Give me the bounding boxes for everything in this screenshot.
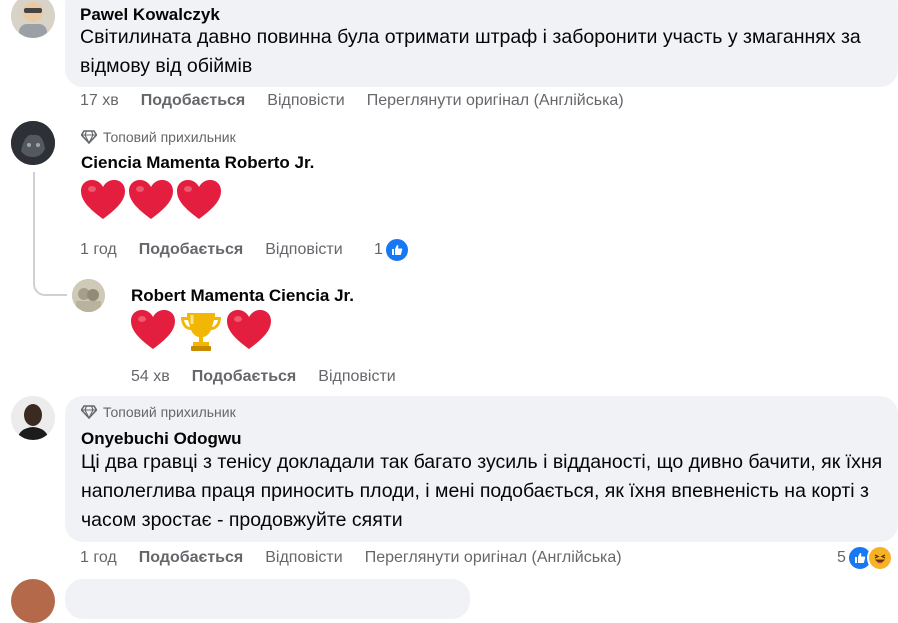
laughing-emoji-icon: [866, 545, 893, 571]
diamond-icon: [81, 130, 97, 144]
diamond-icon: [81, 405, 97, 419]
reaction-count: 5: [837, 549, 846, 566]
heart-emoji-icon: [131, 310, 175, 349]
comment-text: Світилината давно повинна була отримати …: [80, 26, 861, 77]
like-button[interactable]: Подобається: [139, 241, 244, 259]
trophy-emoji-icon: [181, 313, 221, 351]
comment-actions: 54 хв Подобається Відповісти: [131, 368, 418, 386]
badge-label: Топовий прихильник: [103, 129, 236, 145]
comment-time[interactable]: 1 год: [80, 549, 117, 567]
badge-label: Топовий прихильник: [103, 404, 236, 420]
see-original-link[interactable]: Переглянути оригінал (Англійська): [367, 92, 624, 110]
like-button[interactable]: Подобається: [192, 368, 297, 386]
avatar[interactable]: [11, 0, 55, 38]
reply-button[interactable]: Відповісти: [265, 549, 342, 567]
avatar[interactable]: [72, 279, 105, 312]
top-fan-badge: Топовий прихильник: [81, 129, 236, 145]
like-button[interactable]: Подобається: [141, 92, 246, 110]
comment-time[interactable]: 17 хв: [80, 92, 119, 110]
reply-button[interactable]: Відповісти: [265, 241, 342, 259]
comment-author[interactable]: Robert Mamenta Ciencia Jr.: [131, 286, 354, 306]
comment-actions: 1 год Подобається Відповісти: [80, 241, 365, 259]
reaction-summary[interactable]: 5: [837, 545, 893, 571]
comment-actions: 17 хв Подобається Відповісти Переглянути…: [80, 92, 646, 110]
reply-button[interactable]: Відповісти: [267, 92, 344, 110]
heart-emoji-icon: [177, 180, 221, 219]
like-icon: [383, 237, 410, 263]
comment-emoji: [80, 178, 222, 222]
thread-line: [33, 270, 67, 296]
comment-actions: 1 год Подобається Відповісти Переглянути…: [80, 549, 644, 567]
heart-emoji-icon: [81, 180, 125, 219]
comment-time[interactable]: 54 хв: [131, 368, 170, 386]
reply-button[interactable]: Відповісти: [318, 368, 395, 386]
comment-time[interactable]: 1 год: [80, 241, 117, 259]
comment-emoji: [130, 308, 272, 352]
comment-bubble: [65, 579, 470, 619]
like-button[interactable]: Подобається: [139, 549, 244, 567]
thread-line: [33, 172, 35, 276]
reaction-count: 1: [374, 241, 383, 258]
comment-author[interactable]: Ciencia Mamenta Roberto Jr.: [81, 153, 314, 173]
see-original-link[interactable]: Переглянути оригінал (Англійська): [365, 549, 622, 567]
reaction-summary[interactable]: 1: [374, 237, 410, 263]
comment-author[interactable]: Onyebuchi Odogwu: [81, 429, 242, 449]
avatar[interactable]: [11, 121, 55, 165]
comment-bubble: Топовий прихильник Onyebuchi Odogwu Ці д…: [65, 396, 898, 542]
heart-emoji-icon: [227, 310, 271, 349]
comment-author[interactable]: Pawel Kowalczyk: [80, 5, 220, 25]
top-fan-badge: Топовий прихильник: [81, 404, 236, 420]
comment-text: Ці два гравці з тенісу докладали так баг…: [81, 451, 883, 531]
avatar[interactable]: [11, 396, 55, 440]
heart-emoji-icon: [129, 180, 173, 219]
comment-bubble: Pawel Kowalczyk Світилината давно повинн…: [65, 0, 898, 87]
